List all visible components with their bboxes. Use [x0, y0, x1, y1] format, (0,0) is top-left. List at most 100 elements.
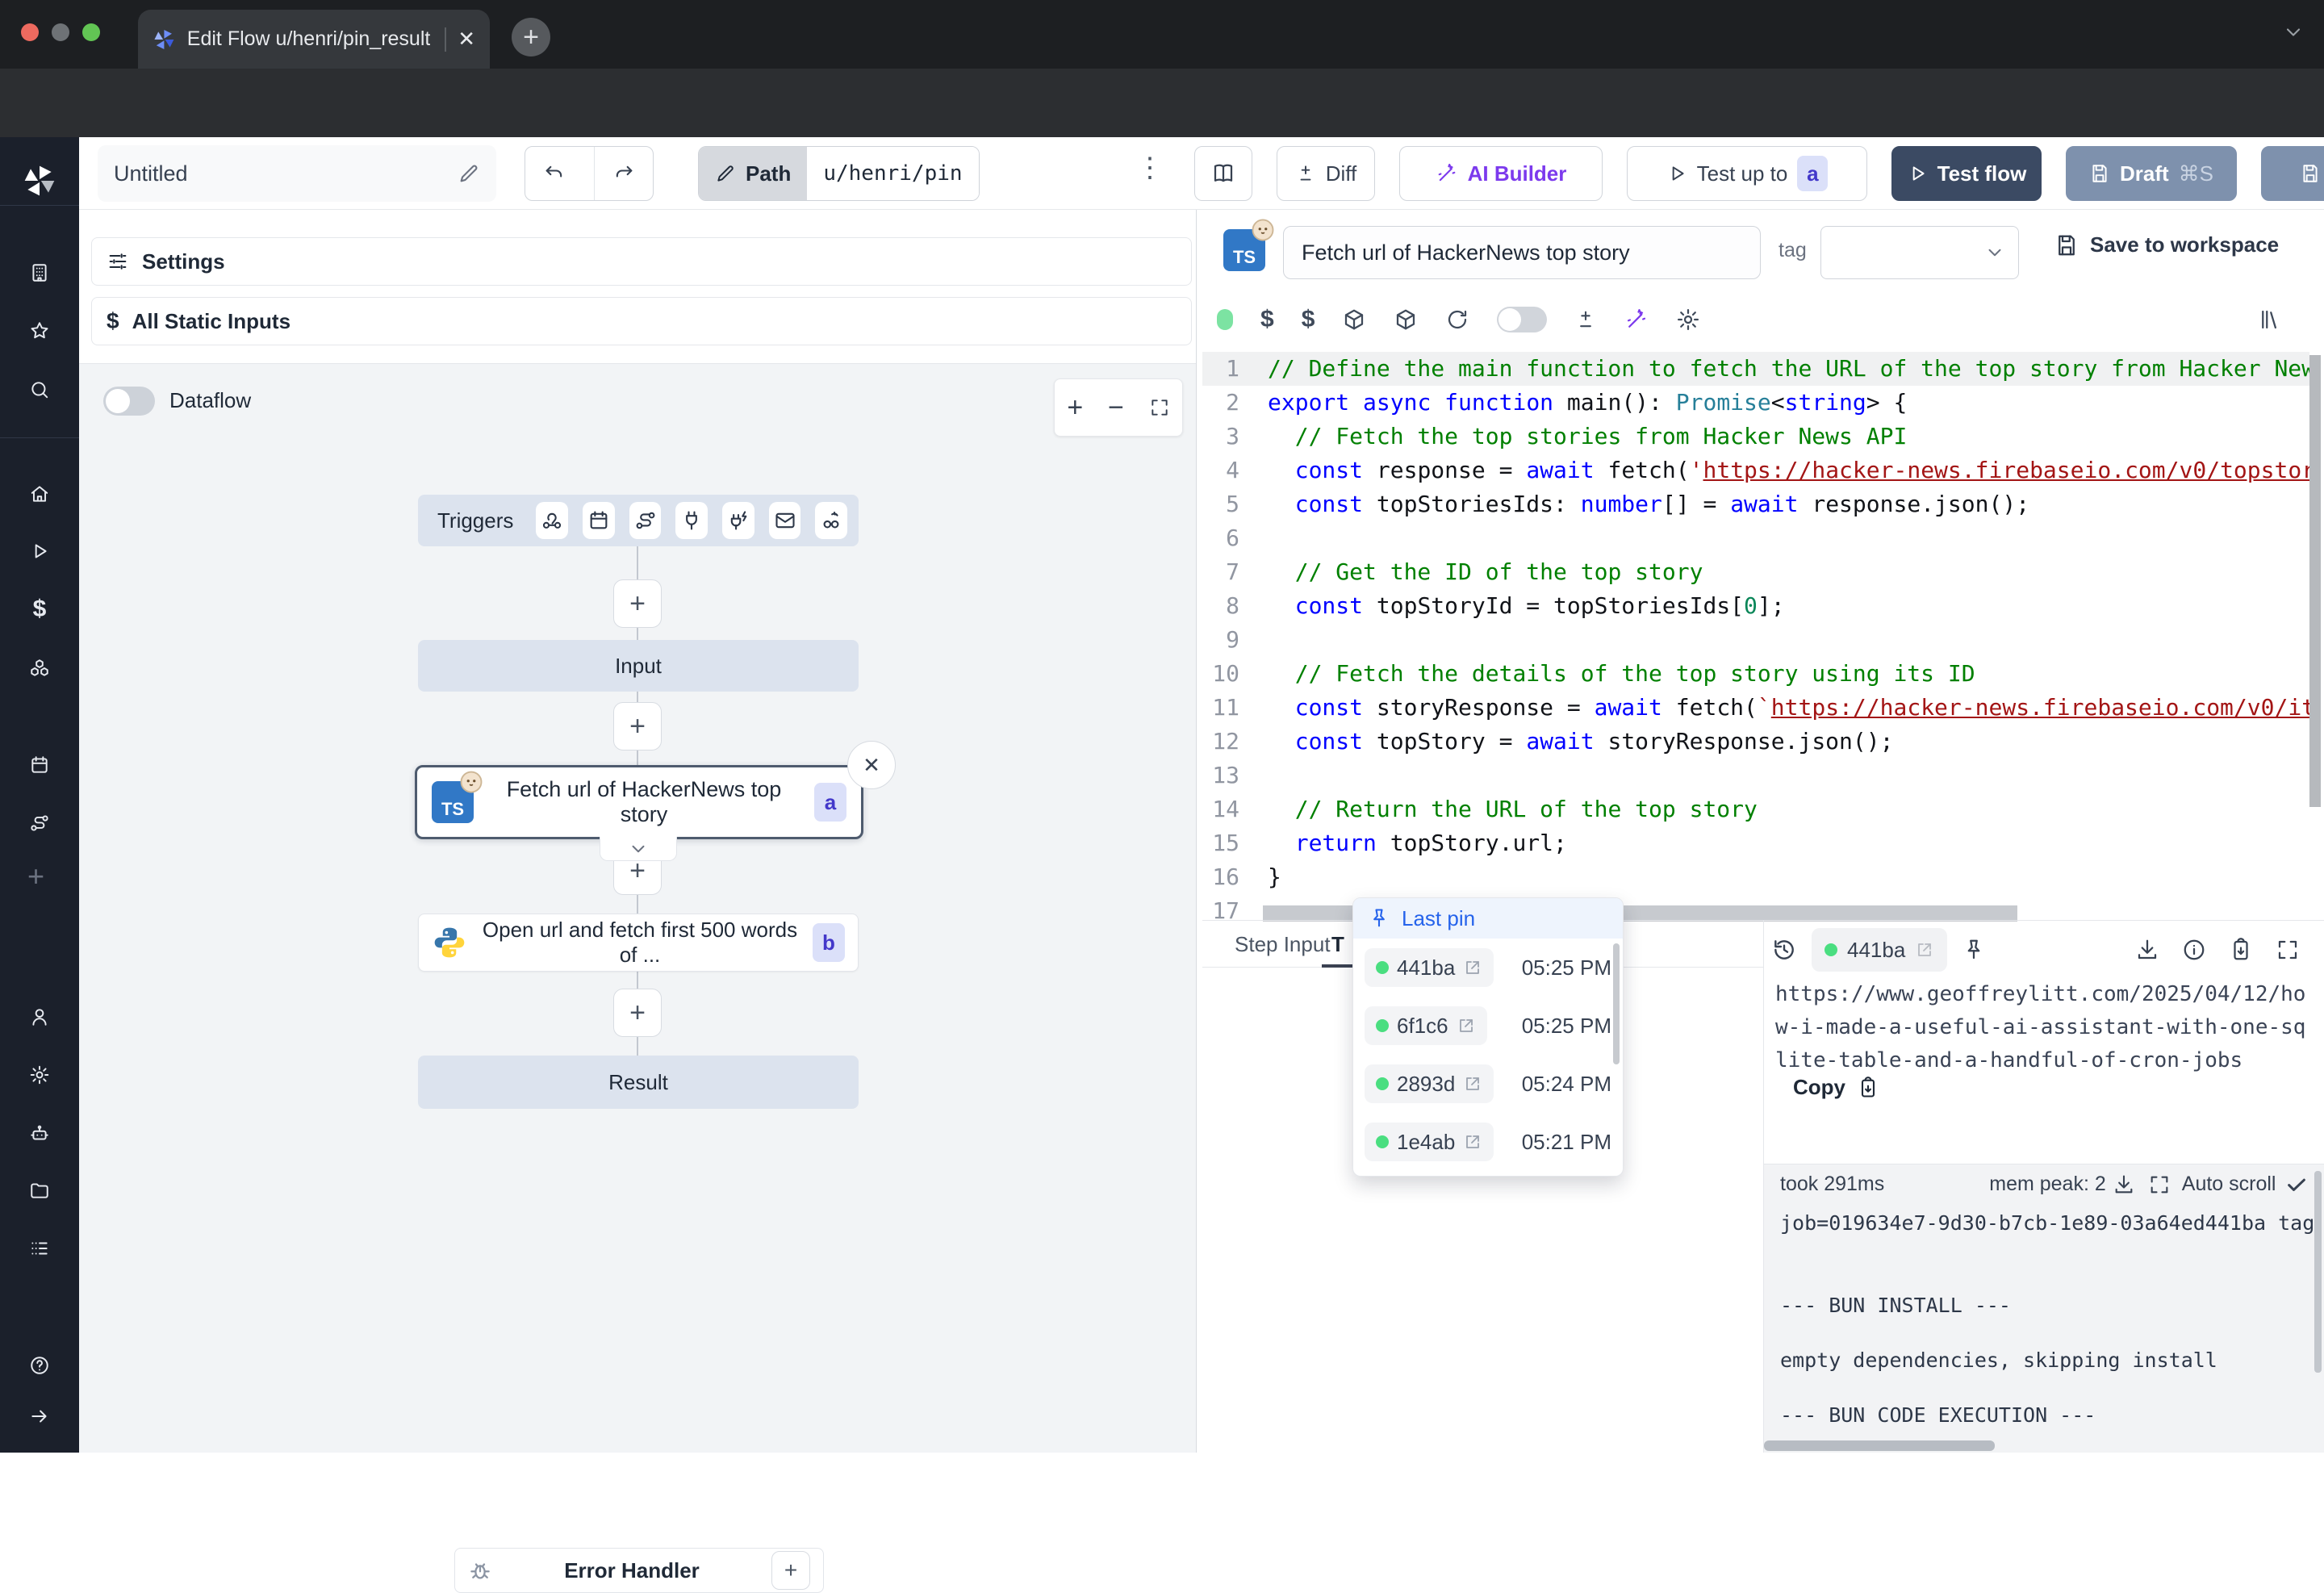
- sidebar-triggers-icon[interactable]: [29, 813, 50, 834]
- poll-trigger-icon[interactable]: [815, 502, 847, 539]
- test-flow-button[interactable]: Test flow: [1891, 146, 2042, 201]
- editor-toggle[interactable]: [1497, 307, 1547, 332]
- undo-button[interactable]: [525, 147, 584, 200]
- code-line[interactable]: 3 // Fetch the top stories from Hacker N…: [1202, 420, 2309, 454]
- sidebar-favorites-icon[interactable]: [29, 320, 50, 341]
- tab-close-icon[interactable]: ✕: [458, 27, 475, 52]
- external-link-icon[interactable]: [1463, 958, 1482, 977]
- test-up-to-step-badge[interactable]: a: [1797, 156, 1828, 191]
- new-tab-button[interactable]: +: [512, 18, 550, 56]
- pin-list-item[interactable]: 1e4ab 05:21 PM: [1353, 1113, 1623, 1171]
- traffic-light-minimize[interactable]: [52, 23, 69, 41]
- sidebar-schedules-icon[interactable]: [29, 755, 50, 776]
- tab-search-chevron-icon[interactable]: [2282, 21, 2305, 44]
- pin-list-item[interactable]: 6f1c6 05:25 PM: [1353, 997, 1623, 1055]
- test-up-to-button[interactable]: Test up to a: [1627, 146, 1867, 201]
- edit-path-button[interactable]: Path: [699, 147, 807, 200]
- code-line[interactable]: 2export async function main(): Promise<s…: [1202, 386, 2309, 420]
- expand-logs-icon[interactable]: [2148, 1173, 2171, 1196]
- add-step-button[interactable]: +: [613, 989, 662, 1037]
- history-icon[interactable]: [1771, 937, 1797, 963]
- sidebar-help-icon[interactable]: [29, 1355, 50, 1376]
- logs-vertical-scrollbar[interactable]: [2314, 1171, 2322, 1373]
- path-value[interactable]: u/henri/pin: [807, 147, 978, 200]
- redo-button[interactable]: [594, 147, 653, 200]
- deploy-button[interactable]: Deploy: [2261, 146, 2324, 201]
- add-step-button[interactable]: +: [613, 579, 662, 628]
- flow-more-kebab-icon[interactable]: ⋮: [1136, 152, 1164, 184]
- job-id-pill[interactable]: 6f1c6: [1365, 1006, 1487, 1045]
- pin-list-item[interactable]: 2893d 05:24 PM: [1353, 1055, 1623, 1113]
- error-handler-node[interactable]: Error Handler +: [454, 1548, 824, 1593]
- docs-button[interactable]: [1194, 146, 1252, 201]
- code-line[interactable]: 11 const storyResponse = await fetch(`ht…: [1202, 691, 2309, 725]
- add-step-button[interactable]: +: [613, 702, 662, 751]
- remove-step-button[interactable]: ✕: [847, 741, 896, 789]
- auto-scroll-check-icon[interactable]: [2285, 1173, 2308, 1196]
- save-to-workspace-button[interactable]: Save to workspace: [2054, 232, 2279, 257]
- step-b-node[interactable]: Open url and fetch first 500 words of ..…: [418, 914, 859, 972]
- package-icon[interactable]: [1342, 307, 1366, 332]
- sidebar-logs-icon[interactable]: [29, 1238, 50, 1259]
- sidebar-add-icon[interactable]: +: [27, 859, 44, 893]
- code-line[interactable]: 6: [1202, 521, 2309, 555]
- code-line[interactable]: 1// Define the main function to fetch th…: [1202, 352, 2309, 386]
- tab-test-this-step[interactable]: T: [1331, 932, 1344, 957]
- zoom-in-icon[interactable]: +: [1067, 392, 1083, 424]
- log-lines[interactable]: job=019634e7-9d30-b7cb-1e89-03a64ed441ba…: [1780, 1210, 2318, 1429]
- diff-button[interactable]: Diff: [1277, 146, 1375, 201]
- last-pin-item[interactable]: Last pin: [1353, 898, 1623, 939]
- windmill-logo[interactable]: [22, 163, 57, 199]
- traffic-light-zoom[interactable]: [82, 23, 100, 41]
- input-node[interactable]: Input: [418, 640, 859, 692]
- fit-view-icon[interactable]: [1149, 397, 1170, 418]
- editor-settings-gear-icon[interactable]: [1676, 307, 1700, 332]
- sidebar-resources-icon[interactable]: [29, 658, 50, 679]
- code-line[interactable]: 9: [1202, 623, 2309, 657]
- code-line[interactable]: 14 // Return the URL of the top story: [1202, 792, 2309, 826]
- settings-bar[interactable]: Settings: [91, 237, 1192, 286]
- resources-icon[interactable]: $: [1302, 306, 1315, 333]
- draft-button[interactable]: Draft ⌘S: [2066, 146, 2237, 201]
- logs-horizontal-scrollbar[interactable]: [1764, 1440, 1995, 1451]
- sidebar-workers-icon[interactable]: [29, 1123, 50, 1144]
- sidebar-workspace-icon[interactable]: [29, 262, 50, 283]
- schedule-trigger-icon[interactable]: [583, 502, 615, 539]
- pin-list-item[interactable]: 441ba 05:25 PM: [1353, 939, 1623, 997]
- sidebar-expand-icon[interactable]: [29, 1406, 50, 1427]
- diff-mode-icon[interactable]: [1574, 308, 1597, 331]
- expand-icon[interactable]: [2276, 938, 2300, 962]
- tag-select[interactable]: [1820, 226, 2019, 279]
- all-static-inputs-bar[interactable]: $ All Static Inputs: [91, 297, 1192, 345]
- dataflow-toggle[interactable]: [103, 387, 155, 416]
- job-id-pill[interactable]: 2893d: [1365, 1064, 1494, 1103]
- expand-step-chevron[interactable]: [600, 837, 677, 861]
- pin-icon[interactable]: [1962, 938, 1986, 962]
- sidebar-users-icon[interactable]: [29, 1006, 50, 1027]
- job-id-pill[interactable]: 441ba: [1365, 948, 1494, 987]
- browser-tab[interactable]: Edit Flow u/henri/pin_results ✕: [138, 10, 490, 69]
- sidebar-runs-icon[interactable]: [29, 541, 50, 562]
- sidebar-folders-icon[interactable]: [29, 1180, 50, 1201]
- edit-name-pencil-icon[interactable]: [458, 162, 480, 185]
- http-route-trigger-icon[interactable]: [629, 502, 662, 539]
- code-line[interactable]: 4 const response = await fetch('https://…: [1202, 454, 2309, 487]
- sidebar-variables-icon[interactable]: $: [29, 596, 50, 621]
- email-trigger-icon[interactable]: [769, 502, 801, 539]
- code-vertical-scrollbar[interactable]: [2309, 355, 2321, 807]
- sidebar-home-icon[interactable]: [29, 483, 50, 504]
- result-node[interactable]: Result: [418, 1056, 859, 1109]
- code-line[interactable]: 8 const topStoryId = topStoriesIds[0];: [1202, 589, 2309, 623]
- triggers-node[interactable]: Triggers: [418, 495, 859, 546]
- dropdown-scrollbar[interactable]: [1613, 943, 1620, 1064]
- flow-canvas[interactable]: Dataflow + − + + + + Triggers: [79, 363, 1196, 1453]
- external-link-icon[interactable]: [1463, 1132, 1482, 1152]
- reset-icon[interactable]: [1445, 307, 1469, 332]
- code-line[interactable]: 12 const topStory = await storyResponse.…: [1202, 725, 2309, 759]
- step-a-node[interactable]: TS Fetch url of HackerNews top story a: [415, 765, 863, 839]
- code-line[interactable]: 15 return topStory.url;: [1202, 826, 2309, 860]
- variables-icon[interactable]: $: [1260, 306, 1274, 333]
- ai-builder-button[interactable]: AI Builder: [1399, 146, 1603, 201]
- code-line[interactable]: 16}: [1202, 860, 2309, 894]
- download-logs-icon[interactable]: [2113, 1173, 2135, 1196]
